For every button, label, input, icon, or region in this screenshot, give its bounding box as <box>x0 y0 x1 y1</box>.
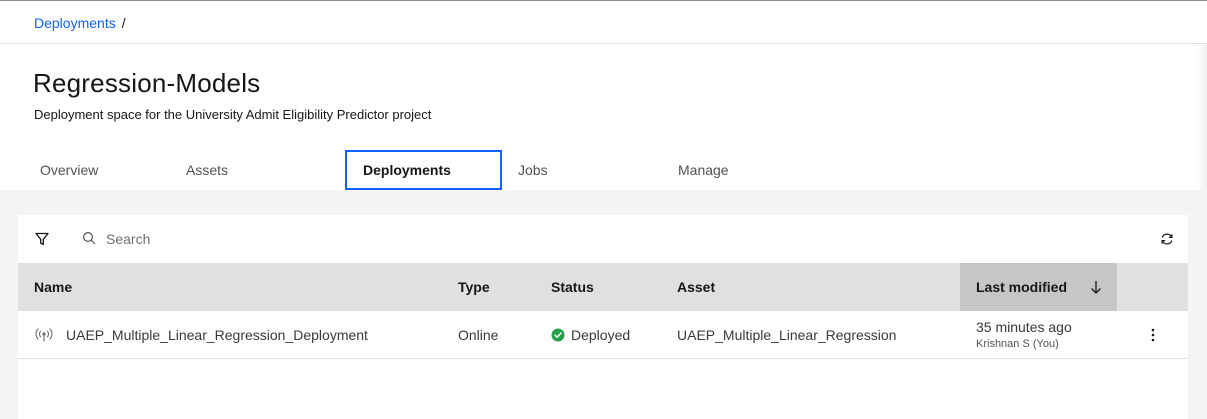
checkmark-filled-icon <box>551 328 565 342</box>
page-subtitle: Deployment space for the University Admi… <box>34 107 432 122</box>
sort-descending-icon[interactable] <box>1089 279 1103 295</box>
deployments-table: Name Type Status Asset Last modified UAE… <box>18 215 1188 419</box>
tab-list: Overview Assets Deployments Jobs Manage <box>24 150 822 194</box>
tab-assets[interactable]: Assets <box>170 150 345 190</box>
table-row[interactable]: UAEP_Multiple_Linear_Regression_Deployme… <box>18 311 1188 359</box>
breadcrumb-separator: / <box>121 15 126 31</box>
row-type-cell: Online <box>458 327 499 343</box>
filter-icon[interactable] <box>35 232 49 246</box>
table-header: Name Type Status Asset Last modified <box>18 263 1188 311</box>
column-header-last-modified[interactable]: Last modified <box>960 263 1117 311</box>
tab-manage[interactable]: Manage <box>662 150 822 190</box>
search-icon <box>82 231 96 245</box>
modified-by: Krishnan S (You) <box>976 338 1059 350</box>
breadcrumb: Deployments / <box>34 15 126 31</box>
overflow-menu-vertical-icon <box>1151 328 1155 342</box>
tab-jobs[interactable]: Jobs <box>502 150 662 190</box>
column-header-status[interactable]: Status <box>551 263 594 311</box>
table-toolbar <box>18 215 1188 263</box>
row-status-cell: Deployed <box>551 311 630 359</box>
column-header-last-modified-label: Last modified <box>976 279 1068 295</box>
page-header: Regression-Models Deployment space for t… <box>0 45 1207 193</box>
column-header-type[interactable]: Type <box>458 263 490 311</box>
row-asset-cell[interactable]: UAEP_Multiple_Linear_Regression <box>677 311 896 359</box>
status-label: Deployed <box>571 327 631 343</box>
tab-overview[interactable]: Overview <box>24 150 170 190</box>
breadcrumb-bar: Deployments / <box>0 1 1207 44</box>
search-input[interactable] <box>106 227 506 251</box>
modified-time: 35 minutes ago <box>976 319 1072 335</box>
row-last-modified-cell: 35 minutes ago Krishnan S (You) <box>976 311 1072 359</box>
breadcrumb-link-deployments[interactable]: Deployments <box>34 15 116 31</box>
column-header-name[interactable]: Name <box>34 263 72 311</box>
right-edge-shade <box>1197 45 1207 190</box>
page-title: Regression-Models <box>33 68 261 98</box>
refresh-icon[interactable] <box>1160 232 1174 246</box>
online-deployment-icon <box>35 328 53 342</box>
row-name-cell: UAEP_Multiple_Linear_Regression_Deployme… <box>34 311 368 359</box>
deployment-name[interactable]: UAEP_Multiple_Linear_Regression_Deployme… <box>66 327 368 343</box>
column-header-asset[interactable]: Asset <box>677 263 715 311</box>
row-overflow-menu[interactable] <box>1143 311 1163 359</box>
tab-deployments[interactable]: Deployments <box>345 150 502 190</box>
